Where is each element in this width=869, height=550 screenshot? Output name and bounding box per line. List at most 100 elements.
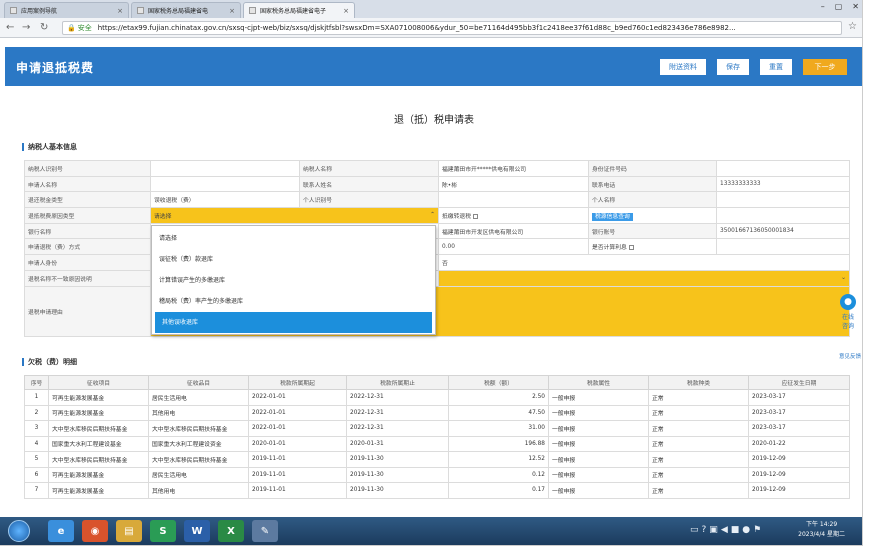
chat-icon: ● <box>840 294 856 310</box>
dropdown-option-highlighted[interactable]: 其他误收退库 <box>155 312 432 333</box>
close-icon[interactable]: × <box>343 7 349 15</box>
paint-icon[interactable]: ✎ <box>252 520 278 542</box>
field-label: 个人名称 <box>588 191 717 209</box>
table-cell: 2020-01-22 <box>748 435 850 452</box>
table-cell: 2.50 <box>448 389 549 406</box>
reset-button[interactable]: 重置 <box>760 59 792 75</box>
secure-label: 安全 <box>77 24 92 32</box>
network-icon[interactable]: ▣ <box>709 525 721 535</box>
next-step-button[interactable]: 下一步 <box>803 59 847 75</box>
tax-source-query-button[interactable]: 税源信息查询 <box>592 212 633 221</box>
save-button[interactable]: 保存 <box>717 59 749 75</box>
ie-icon[interactable]: e <box>48 520 74 542</box>
personal-name-input[interactable] <box>716 191 850 209</box>
browser-tab[interactable]: 应用案例导航 × <box>4 2 129 18</box>
table-cell: 2023-03-17 <box>748 404 850 421</box>
column-header: 征收品目 <box>148 375 249 390</box>
refund-type-value: 误收退税（费） <box>150 191 300 209</box>
phone-input[interactable]: 13333333333 <box>716 175 850 193</box>
feedback-link[interactable]: 意见反馈 <box>839 352 861 360</box>
table-cell: 196.88 <box>448 435 549 452</box>
minimize-icon[interactable]: – <box>821 2 825 11</box>
personal-id-input[interactable] <box>438 191 589 209</box>
refund-reason-select[interactable]: 请选择 ⌃ <box>150 207 439 224</box>
screen: 应用案例导航 × 国家税务总局福建省电 × 国家税务总局福建省电子 × – ▢ … <box>0 0 863 546</box>
field-label: 银行名称 <box>24 222 151 240</box>
table-cell: 2022-12-31 <box>346 389 449 406</box>
bank-account-value: 35001667136050001834 <box>716 222 850 240</box>
app-s-icon[interactable]: S <box>150 520 176 542</box>
flag-icon[interactable]: ⚑ <box>753 525 764 535</box>
taxpayer-id-value <box>150 160 300 177</box>
table-header-row: 序号 征收项目 征收品目 税款所属期起 税款所属期止 税额（额） 税款属性 税款… <box>24 375 850 390</box>
refund-reason-dropdown: 请选择 误征税（费）款退库 计算错误产生的多缴退库 稽局税（费）率产生的多缴退库… <box>151 225 436 335</box>
table-cell: 一般申报 <box>548 404 649 421</box>
excel-icon[interactable]: X <box>218 520 244 542</box>
security-icon[interactable]: ● <box>742 525 753 535</box>
window-controls: – ▢ ✕ <box>821 2 859 11</box>
field-label: 申请人名称 <box>24 175 151 193</box>
folder-icon[interactable]: ▤ <box>116 520 142 542</box>
bookmark-star-icon[interactable]: ☆ <box>848 21 857 32</box>
dropdown-option[interactable]: 误征税（费）款退库 <box>152 249 435 270</box>
table-cell: 3 <box>24 420 49 437</box>
interest-cell: 是否计算利息 <box>588 238 717 256</box>
forward-icon[interactable]: → <box>22 21 30 34</box>
offset-refund-cell: 抵缴转退税 <box>438 207 589 224</box>
attachments-button[interactable]: 附送资料 <box>660 59 706 75</box>
back-icon[interactable]: ← <box>6 21 14 34</box>
id-number-input[interactable] <box>716 160 850 177</box>
table-row: 2 可再生能源发展基金 其他用电 2022-01-01 2022-12-31 47.50 一… <box>24 404 850 421</box>
word-icon[interactable]: W <box>184 520 210 542</box>
maximize-icon[interactable]: ▢ <box>835 2 843 11</box>
table-cell: 一般申报 <box>548 482 649 499</box>
table-cell: 大中型水库移民后期扶持基金 <box>48 451 149 468</box>
dropdown-option[interactable]: 请选择 <box>152 228 435 249</box>
display-icon[interactable]: ■ <box>731 525 743 535</box>
table-cell: 正常 <box>648 466 749 483</box>
dropdown-option[interactable]: 计算错误产生的多缴退库 <box>152 270 435 291</box>
table-row: 3 大中型水库移民后期扶持基金 大中型水库移民后期扶持基金 2022-01-01 202… <box>24 420 850 437</box>
empty-cell <box>716 238 850 256</box>
clock-time: 下午 14:29 <box>805 521 838 528</box>
page-icon <box>137 7 144 14</box>
offset-refund-checkbox[interactable] <box>473 213 478 219</box>
table-cell: 正常 <box>648 482 749 499</box>
browser-tab-active[interactable]: 国家税务总局福建省电子 × <box>243 2 355 18</box>
form-title: 退（抵）税申请表 <box>394 115 474 126</box>
table-cell: 5 <box>24 451 49 468</box>
field-label: 纳税人名称 <box>299 160 439 177</box>
close-icon[interactable]: × <box>117 7 123 15</box>
table-cell: 大中型水库移民后期扶持基金 <box>48 420 149 437</box>
table-cell: 一般申报 <box>548 420 649 437</box>
browser-tab[interactable]: 国家税务总局福建省电 × <box>131 2 241 18</box>
volume-icon[interactable]: ◀ <box>721 525 731 535</box>
taskbar-clock[interactable]: 下午 14:29 2023/4/4 星期二 <box>798 520 845 540</box>
table-cell: 可再生能源发展基金 <box>48 466 149 483</box>
table-cell: 12.52 <box>448 451 549 468</box>
column-header: 税款种类 <box>648 375 749 390</box>
browser-tab-bar: 应用案例导航 × 国家税务总局福建省电 × 国家税务总局福建省电子 × – ▢ … <box>0 0 862 18</box>
close-icon[interactable]: × <box>229 7 235 15</box>
start-button[interactable] <box>8 520 30 542</box>
interest-checkbox[interactable] <box>628 245 634 251</box>
table-cell: 居民生活用电 <box>148 389 249 406</box>
table-row: 7 可再生能源发展基金 其他用电 2019-11-01 2019-11-30 0.17 一般… <box>24 482 850 499</box>
url-field[interactable]: 🔒 安全 https://etax99.fujian.chinatax.gov.… <box>62 21 842 35</box>
table-row: 1 可再生能源发展基金 居民生活用电 2022-01-01 2022-12-31 2.50… <box>24 389 850 406</box>
column-header: 税款所属期起 <box>248 375 347 390</box>
close-window-icon[interactable]: ✕ <box>852 2 859 11</box>
table-cell: 其他用电 <box>148 404 249 421</box>
reload-icon[interactable]: ↻ <box>40 21 48 34</box>
form-row: 申请人身份 否 <box>24 254 850 271</box>
table-cell: 2022-01-01 <box>248 420 347 437</box>
mismatch-reason-select[interactable]: ⌄ <box>438 269 850 287</box>
dropdown-option[interactable]: 稽局税（费）率产生的多缴退库 <box>152 291 435 312</box>
form-row: 申请人名称 联系人姓名 陈•彬 联系电话 13333333333 <box>24 175 850 193</box>
keyboard-icon[interactable]: ▭ <box>690 525 702 535</box>
table-cell: 0.17 <box>448 482 549 499</box>
chrome-icon[interactable]: ◉ <box>82 520 108 542</box>
table-cell: 47.50 <box>448 404 549 421</box>
online-consult-widget[interactable]: ● 在线 咨询 <box>837 294 859 330</box>
contact-name-input[interactable]: 陈•彬 <box>438 175 589 193</box>
